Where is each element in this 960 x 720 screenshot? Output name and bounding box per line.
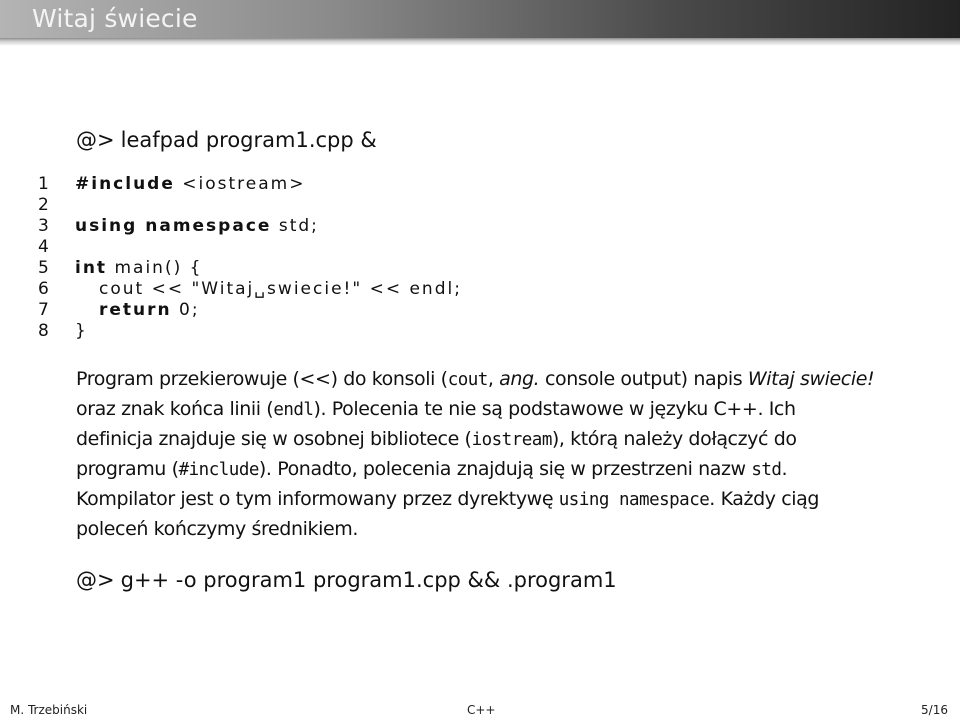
line-number: 8 bbox=[38, 321, 49, 341]
command-leafpad: @> leafpad program1.cpp & bbox=[76, 128, 377, 152]
inline-code: std bbox=[751, 460, 782, 480]
code-text: int main() { bbox=[75, 258, 202, 279]
code-keyword: using namespace bbox=[75, 216, 272, 236]
frame-title-bar: Witaj świecie bbox=[0, 0, 960, 38]
code-line: 3 using namespace std; bbox=[38, 216, 462, 237]
code-line: 4 bbox=[38, 237, 462, 258]
footer-topic: C++ bbox=[467, 703, 496, 717]
code-rest: cout << "Witaj␣swiecie!" << endl; bbox=[99, 279, 462, 299]
line-number: 7 bbox=[38, 300, 49, 320]
inline-code: cout bbox=[447, 370, 489, 390]
code-keyword: #include bbox=[75, 174, 175, 194]
paragraph-text: ). Ponadto, polecenia znajdują się w prz… bbox=[258, 458, 752, 480]
code-text: using namespace std; bbox=[75, 216, 319, 237]
command-text: leafpad program1.cpp & bbox=[120, 128, 377, 152]
title-bar-shadow bbox=[0, 38, 960, 46]
code-rest: main() { bbox=[107, 258, 203, 278]
command-text: g++ -o program1 program1.cpp && .program… bbox=[120, 568, 617, 592]
paragraph-text: Program przekierowuje (<<) do konsoli ( bbox=[76, 368, 448, 390]
inline-code: endl bbox=[273, 400, 314, 420]
inline-code: #include bbox=[178, 460, 260, 480]
line-number: 5 bbox=[38, 258, 49, 278]
emphasis-text: Witaj swiecie! bbox=[747, 368, 875, 390]
code-keyword: int bbox=[75, 258, 108, 278]
code-text: return 0; bbox=[75, 300, 200, 321]
paragraph-text: console output) napis bbox=[539, 368, 748, 390]
line-number: 3 bbox=[38, 216, 49, 236]
footer-author: M. Trzebiński bbox=[10, 703, 88, 717]
code-listing: 1 #include <iostream> 2 3 using namespace st… bbox=[38, 174, 462, 342]
shell-prompt: @> bbox=[76, 568, 115, 592]
code-text: cout << "Witaj␣swiecie!" << endl; bbox=[75, 279, 462, 300]
code-rest: std; bbox=[271, 216, 319, 236]
line-number: 2 bbox=[38, 195, 49, 215]
code-rest: <iostream> bbox=[174, 174, 306, 194]
shell-prompt: @> bbox=[76, 128, 115, 152]
code-line: 7 return 0; bbox=[38, 300, 462, 321]
code-line: 6 cout << "Witaj␣swiecie!" << endl; bbox=[38, 279, 462, 300]
line-number: 1 bbox=[38, 174, 49, 194]
command-compile-run: @> g++ -o program1 program1.cpp && .progr… bbox=[76, 568, 617, 592]
paragraph-text: oraz znak końca linii ( bbox=[76, 398, 274, 420]
code-line: 5 int main() { bbox=[38, 258, 462, 279]
inline-code: using namespace bbox=[558, 490, 710, 510]
frame-title: Witaj świecie bbox=[32, 4, 198, 33]
line-number: 6 bbox=[38, 279, 49, 299]
paragraph-text: , bbox=[487, 368, 500, 390]
footer-page-number: 5/16 bbox=[921, 703, 948, 717]
code-line: 8} bbox=[38, 321, 462, 342]
explanation-paragraph: Program przekierowuje (<<) do konsoli (c… bbox=[76, 365, 876, 544]
code-rest: 0; bbox=[171, 300, 200, 320]
code-line: 1 #include <iostream> bbox=[38, 174, 462, 195]
emphasis-text: ang. bbox=[499, 368, 540, 390]
inline-code: iostream bbox=[471, 430, 553, 450]
code-keyword: return bbox=[99, 300, 172, 320]
code-text: } bbox=[75, 321, 88, 342]
code-line: 2 bbox=[38, 195, 462, 216]
line-number: 4 bbox=[38, 237, 49, 257]
code-text: #include <iostream> bbox=[75, 174, 305, 195]
code-rest: } bbox=[75, 321, 88, 341]
